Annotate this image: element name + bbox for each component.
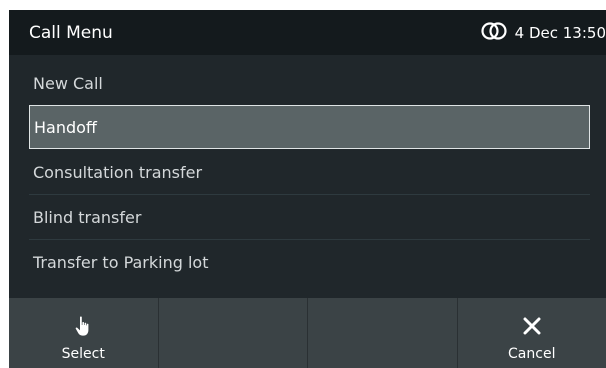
softkey-bar: Select Cancel [9,298,606,368]
menu-item-transfer-to-parking-lot[interactable]: Transfer to Parking lot [29,240,590,284]
softkey-label: Cancel [508,346,556,362]
menu-item-label: Transfer to Parking lot [33,252,209,272]
page-title: Call Menu [29,22,113,43]
select-button[interactable]: Select [9,298,158,368]
menu-item-label: Consultation transfer [33,162,203,182]
close-icon [523,315,541,337]
cancel-button[interactable]: Cancel [456,298,606,368]
phone-screen: Call Menu 4 Dec 13:50 New Call Handoff C… [9,10,606,368]
softkey-empty-2[interactable] [157,298,308,368]
link-rings-icon [481,21,515,44]
softkey-label: Select [61,346,105,362]
hand-pointer-icon [74,315,92,337]
menu-item-handoff[interactable]: Handoff [29,105,590,149]
menu-item-new-call[interactable]: New Call [29,61,590,106]
date-time: 4 Dec 13:50 [514,23,606,42]
menu-item-label: New Call [33,73,103,93]
header-bar: Call Menu 4 Dec 13:50 [9,10,606,55]
menu-item-blind-transfer[interactable]: Blind transfer [29,195,590,240]
menu-item-consultation-transfer[interactable]: Consultation transfer [29,150,590,195]
menu-item-label: Blind transfer [33,207,142,227]
status-area: 4 Dec 13:50 [481,10,606,55]
menu-item-label: Handoff [34,117,97,137]
softkey-empty-3[interactable] [307,298,457,368]
